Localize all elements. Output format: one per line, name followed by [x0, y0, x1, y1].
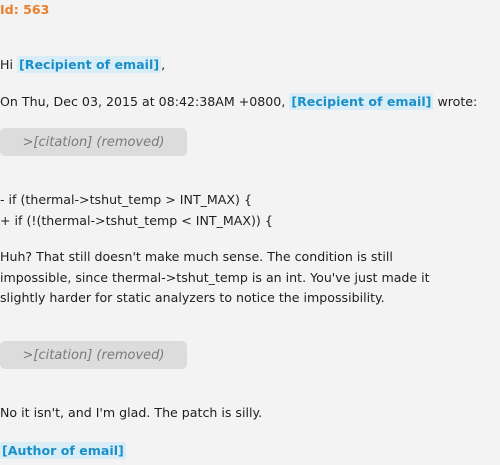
greeting-suffix: ,: [161, 57, 166, 72]
citation-removed-block: >[citation] (removed): [0, 341, 187, 369]
recipient-tag: [Recipient of email]: [289, 93, 434, 110]
quote-intro-suffix: wrote:: [433, 94, 478, 109]
signature: [Author of email]: [0, 442, 126, 459]
reply-line: slightly harder for static analyzers to …: [0, 290, 385, 305]
reply-line: Huh? That still doesn't make much sense.…: [0, 249, 393, 264]
greeting-line: Hi [Recipient of email],: [0, 56, 166, 73]
recipient-tag: [Recipient of email]: [16, 56, 162, 73]
reply-line: impossible, since thermal->tshut_temp is…: [0, 269, 430, 285]
quote-intro-line: On Thu, Dec 03, 2015 at 08:42:38AM +0800…: [0, 93, 478, 110]
code-line-added: + if (!(thermal->tshut_temp < INT_MAX)) …: [0, 212, 273, 228]
code-diff: - if (thermal->tshut_temp > INT_MAX) { +…: [0, 190, 273, 231]
quote-intro-text: On Thu, Dec 03, 2015 at 08:42:38AM +0800…: [0, 94, 290, 109]
reply-paragraph: Huh? That still doesn't make much sense.…: [0, 247, 430, 309]
email-id-label: Id: 563: [0, 2, 50, 17]
greeting-prefix: Hi: [0, 57, 17, 72]
closing-line: No it isn't, and I'm glad. The patch is …: [0, 405, 263, 420]
code-line-removed: - if (thermal->tshut_temp > INT_MAX) {: [0, 192, 252, 207]
author-tag: [Author of email]: [0, 442, 126, 459]
citation-removed-block: >[citation] (removed): [0, 128, 187, 156]
